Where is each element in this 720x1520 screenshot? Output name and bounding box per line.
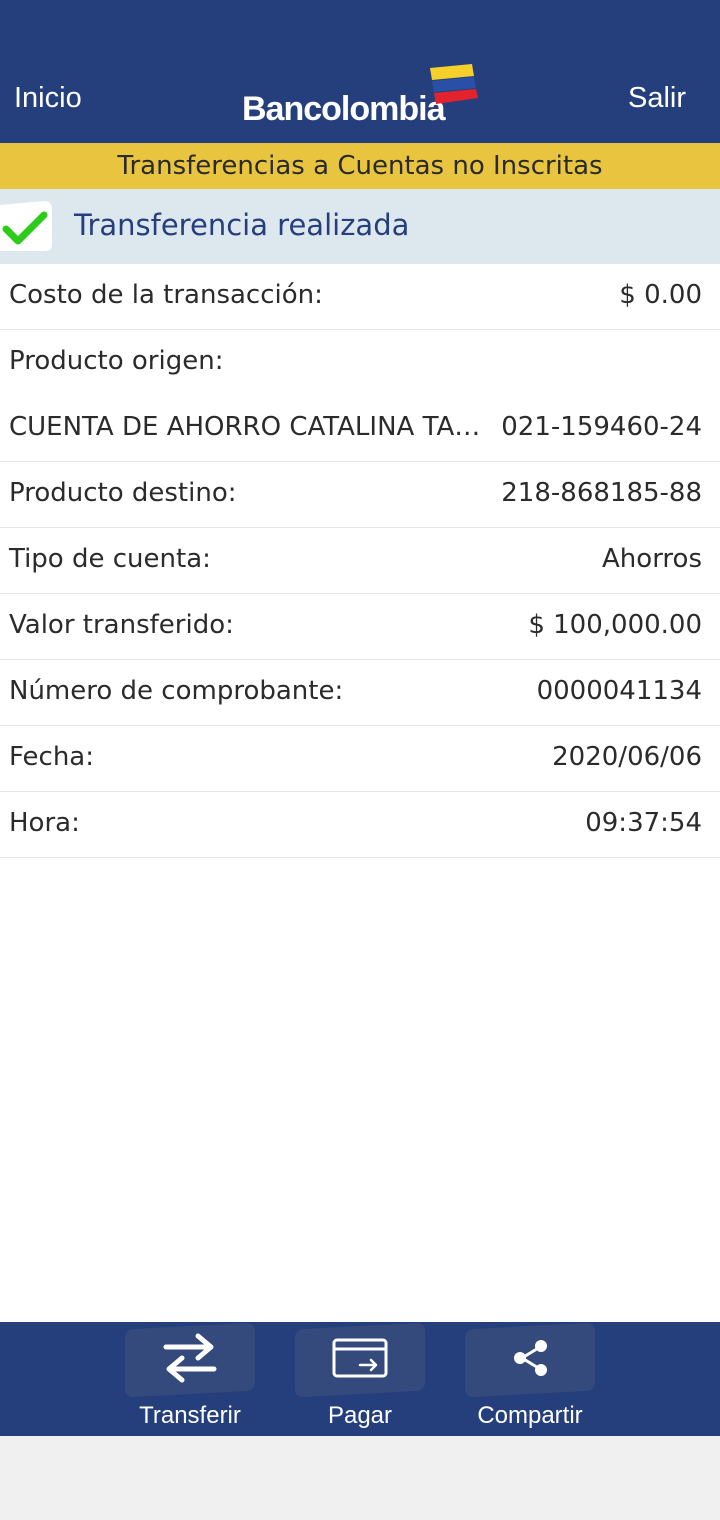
top-header: Inicio Bancolombia Salir: [0, 0, 720, 143]
detail-label: Valor transferido:: [9, 610, 234, 640]
brand-flag-icon: [430, 64, 478, 104]
brand-name: Bancolombia: [242, 90, 445, 128]
detail-value: 0000041134: [536, 676, 702, 706]
detail-label: Costo de la transacción:: [9, 280, 323, 310]
transferir-button[interactable]: Transferir: [105, 1322, 275, 1436]
transaction-details: Costo de la transacción: $ 0.00 Producto…: [0, 264, 720, 1322]
detail-label: Producto destino:: [9, 478, 237, 508]
salir-link[interactable]: Salir: [628, 82, 686, 115]
inicio-link[interactable]: Inicio: [14, 82, 82, 115]
detail-value: 218-868185-88: [501, 478, 702, 508]
detail-row-valor: Valor transferido: $ 100,000.00: [0, 594, 720, 660]
detail-value: 021-159460-24: [501, 412, 702, 442]
detail-label: Número de comprobante:: [9, 676, 344, 706]
detail-row-costo: Costo de la transacción: $ 0.00: [0, 264, 720, 330]
detail-label: Hora:: [9, 808, 80, 838]
detail-row-fecha: Fecha: 2020/06/06: [0, 726, 720, 792]
status-banner: Transferencia realizada: [0, 189, 720, 264]
pagar-button[interactable]: Pagar: [275, 1322, 445, 1436]
card-pay-icon: [332, 1338, 388, 1378]
detail-row-destino: Producto destino: 218-868185-88: [0, 462, 720, 528]
detail-value: Ahorros: [602, 544, 702, 574]
detail-row-origen: Producto origen:: [0, 330, 720, 396]
detail-row-comprobante: Número de comprobante: 0000041134: [0, 660, 720, 726]
detail-value: $ 0.00: [619, 280, 702, 310]
compartir-button[interactable]: Compartir: [445, 1322, 615, 1436]
check-icon: [0, 201, 52, 251]
detail-row-tipo-cuenta: Tipo de cuenta: Ahorros: [0, 528, 720, 594]
detail-value: 09:37:54: [585, 808, 702, 838]
status-text: Transferencia realizada: [74, 208, 410, 242]
detail-label: Producto origen:: [9, 346, 224, 376]
detail-row-hora: Hora: 09:37:54: [0, 792, 720, 858]
compartir-label: Compartir: [477, 1402, 583, 1429]
pagar-label: Pagar: [327, 1402, 393, 1429]
detail-label: Fecha:: [9, 742, 94, 772]
bottom-spacer: [0, 1436, 720, 1520]
action-bar: Transferir Pagar Compartir: [0, 1322, 720, 1436]
detail-value: 2020/06/06: [552, 742, 702, 772]
bancolombia-logo: Bancolombia: [242, 64, 482, 128]
detail-row-cuenta-origen: CUENTA DE AHORRO CATALINA TABARES 021-15…: [0, 396, 720, 462]
detail-label: CUENTA DE AHORRO CATALINA TABARES: [9, 412, 497, 442]
section-title: Transferencias a Cuentas no Inscritas: [0, 143, 720, 189]
transfer-arrows-icon: [163, 1333, 217, 1383]
detail-label: Tipo de cuenta:: [9, 544, 211, 574]
transferir-label: Transferir: [139, 1402, 241, 1429]
share-icon: [514, 1340, 547, 1376]
detail-value: $ 100,000.00: [528, 610, 702, 640]
